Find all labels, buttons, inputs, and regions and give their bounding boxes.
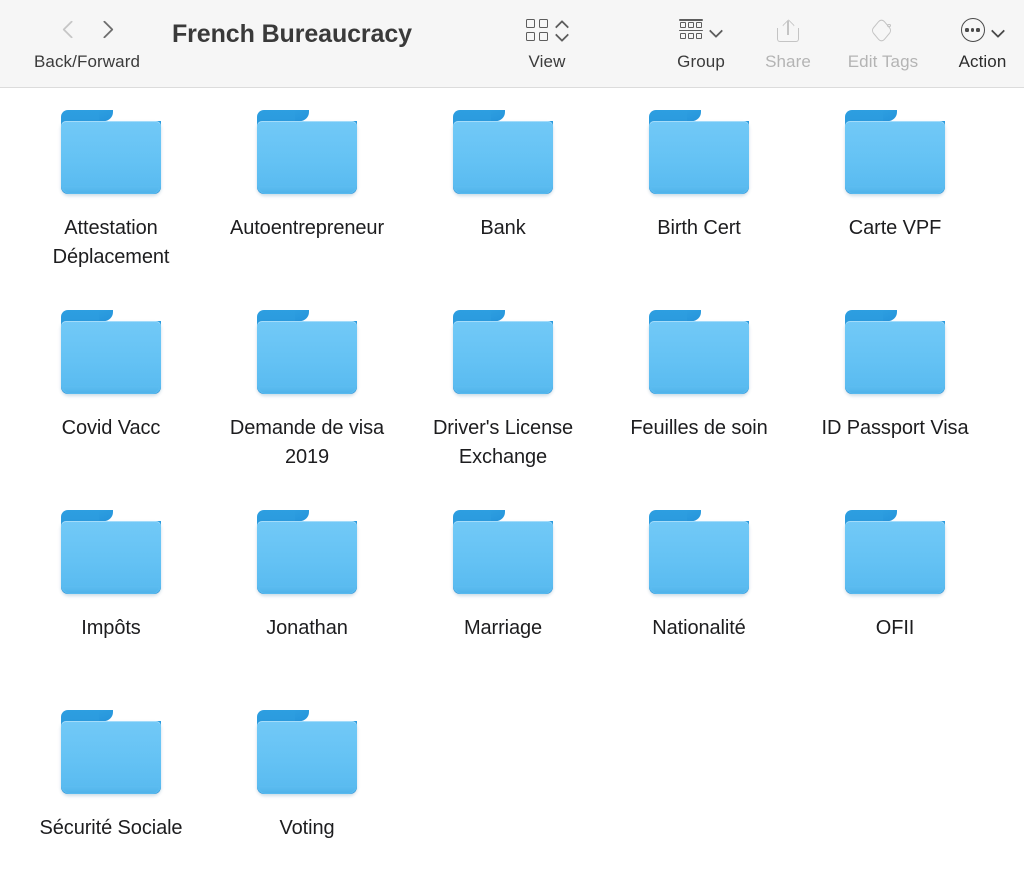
view-button[interactable]: View: [505, 8, 589, 72]
file-item[interactable]: ID Passport Visa: [797, 302, 993, 502]
group-rows-icon[interactable]: [679, 19, 703, 41]
file-item-label[interactable]: Covid Vacc: [62, 414, 161, 443]
file-item-label[interactable]: Autoentrepreneur: [230, 214, 384, 243]
folder-icon[interactable]: [59, 502, 163, 606]
chevron-down-icon[interactable]: [992, 26, 1005, 35]
file-item-label[interactable]: Impôts: [81, 614, 141, 643]
folder-icon[interactable]: [451, 102, 555, 206]
grid-view-icon[interactable]: [526, 19, 548, 41]
action-button[interactable]: Action: [941, 8, 1024, 72]
file-item[interactable]: Bank: [405, 102, 601, 302]
file-item-label[interactable]: Feuilles de soin: [630, 414, 767, 443]
folder-icon[interactable]: [451, 502, 555, 606]
file-item-label[interactable]: Voting: [279, 814, 334, 843]
window-title: French Bureaucracy: [172, 20, 412, 48]
file-item-label[interactable]: Bank: [480, 214, 525, 243]
file-item[interactable]: Carte VPF: [797, 102, 993, 302]
edit-tags-button[interactable]: Edit Tags: [825, 8, 941, 72]
ellipsis-circle-icon[interactable]: [960, 18, 985, 42]
file-item-label[interactable]: Birth Cert: [657, 214, 741, 243]
file-item[interactable]: Demande de visa 2019: [209, 302, 405, 502]
file-item-label[interactable]: Nationalité: [652, 614, 746, 643]
back-forward-label: Back/Forward: [33, 52, 141, 71]
file-item[interactable]: Attestation Déplacement: [13, 102, 209, 302]
folder-icon[interactable]: [59, 102, 163, 206]
group-button[interactable]: Group: [655, 8, 747, 72]
folder-icon[interactable]: [59, 702, 163, 806]
file-item-label[interactable]: Sécurité Sociale: [40, 814, 183, 843]
folder-icon[interactable]: [843, 102, 947, 206]
view-label: View: [528, 52, 566, 71]
folder-icon[interactable]: [451, 302, 555, 406]
file-item[interactable]: Birth Cert: [601, 102, 797, 302]
file-item-label[interactable]: ID Passport Visa: [822, 414, 969, 443]
file-item-label[interactable]: Driver's License Exchange: [414, 414, 592, 472]
folder-icon[interactable]: [647, 502, 751, 606]
folder-icon[interactable]: [255, 702, 359, 806]
file-item[interactable]: OFII: [797, 502, 993, 702]
folder-icon[interactable]: [255, 502, 359, 606]
folder-icon[interactable]: [255, 102, 359, 206]
file-item-label[interactable]: Jonathan: [266, 614, 348, 643]
group-label: Group: [677, 52, 725, 71]
share-button[interactable]: Share: [746, 8, 830, 72]
share-label: Share: [765, 52, 811, 71]
file-icon-grid: Attestation Déplacement Autoentrepreneur B…: [13, 102, 1011, 896]
file-item[interactable]: Impôts: [13, 502, 209, 702]
folder-icon[interactable]: [59, 302, 163, 406]
chevron-left-icon[interactable]: [63, 19, 76, 41]
file-item-label[interactable]: Demande de visa 2019: [218, 414, 396, 472]
finder-toolbar: Back/Forward French Bureaucracy View Gro…: [0, 0, 1024, 88]
edit-tags-label: Edit Tags: [847, 52, 919, 71]
file-item[interactable]: Covid Vacc: [13, 302, 209, 502]
file-item-label[interactable]: Marriage: [464, 614, 542, 643]
file-browser-content: Attestation Déplacement Autoentrepreneur B…: [0, 88, 1024, 896]
folder-icon[interactable]: [843, 302, 947, 406]
file-item-label[interactable]: Attestation Déplacement: [22, 214, 200, 272]
file-item[interactable]: Nationalité: [601, 502, 797, 702]
file-item[interactable]: Autoentrepreneur: [209, 102, 405, 302]
folder-icon[interactable]: [843, 502, 947, 606]
folder-icon[interactable]: [255, 302, 359, 406]
chevron-down-icon[interactable]: [710, 26, 723, 35]
file-item[interactable]: Sécurité Sociale: [13, 702, 209, 896]
file-item[interactable]: Feuilles de soin: [601, 302, 797, 502]
folder-icon[interactable]: [647, 302, 751, 406]
folder-icon[interactable]: [647, 102, 751, 206]
share-icon[interactable]: [777, 18, 799, 42]
chevron-up-down-icon[interactable]: [555, 18, 568, 42]
action-label: Action: [958, 52, 1007, 71]
file-item[interactable]: Jonathan: [209, 502, 405, 702]
file-item[interactable]: Marriage: [405, 502, 601, 702]
file-item[interactable]: Driver's License Exchange: [405, 302, 601, 502]
file-item[interactable]: Voting: [209, 702, 405, 896]
back-forward-control[interactable]: Back/Forward: [22, 8, 152, 72]
file-item-label[interactable]: OFII: [876, 614, 915, 643]
chevron-right-icon[interactable]: [98, 19, 111, 41]
tag-icon[interactable]: [870, 16, 896, 44]
file-item-label[interactable]: Carte VPF: [849, 214, 942, 243]
